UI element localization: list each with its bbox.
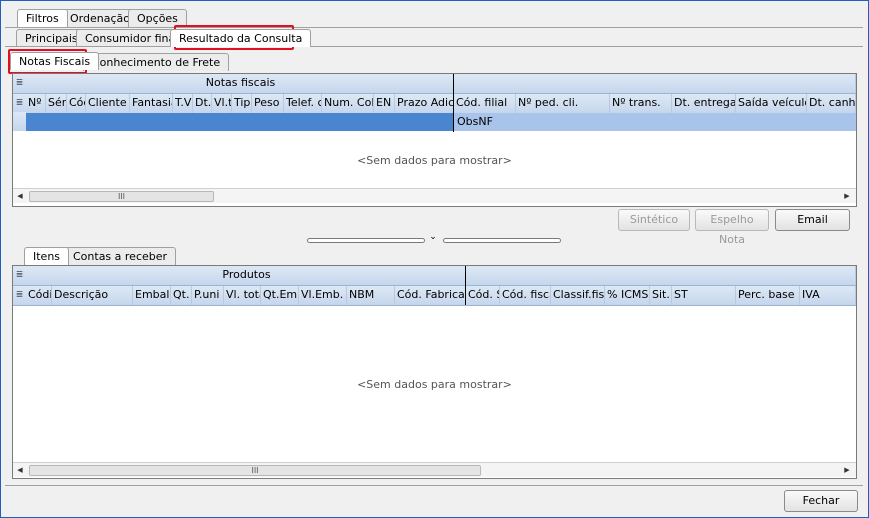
col-header[interactable]: % ICMS [605,286,650,305]
tab-notas-fiscais[interactable]: Notas Fiscais [10,52,100,70]
tab-itens-label: Itens [33,250,61,263]
nf-column-header: ≣ Nº Sér Cód Cliente Fantasia T.V Dt. Vl… [13,94,856,114]
col-header[interactable]: Códi [26,286,52,305]
col-header[interactable]: Cliente [86,94,130,113]
col-header[interactable]: Vl.Emb. [299,286,347,305]
itens-grid[interactable]: ≣ Produtos ≣ Códi Descrição Embala Qt. P… [12,265,857,479]
tab-consumidor-final-label: Consumidor final [85,32,179,45]
itens-horizontal-scrollbar[interactable]: ◀ III ▶ [13,462,856,477]
col-header[interactable]: Dt. [193,94,212,113]
col-header[interactable]: Dt. entrega [672,94,736,113]
splitter-right-grip [443,238,561,243]
itens-band-label: Produtos [26,266,466,285]
itens-scroll-thumb[interactable]: III [29,465,481,476]
nf-scroll-thumb[interactable]: III [29,191,214,202]
tab-contas-receber[interactable]: Contas a receber [64,247,177,265]
subrow-indicator-icon [13,112,26,131]
itens-column-header: ≣ Códi Descrição Embala Qt. P.uni Vl. to… [13,286,856,306]
col-header[interactable]: Perc. base r [736,286,800,305]
tab-filtros[interactable]: Filtros [17,9,68,27]
col-header[interactable]: Classif.fis [551,286,605,305]
splitter-chevron-down-icon[interactable]: ⌄ [427,232,439,242]
tab-ordenacao-label: Ordenação [70,12,130,25]
tab-resultado-consulta[interactable]: Resultado da Consulta [170,29,312,47]
nf-band-label: Notas fiscais [26,74,454,93]
nf-band-separator [453,74,454,132]
tab-opcoes-label: Opções [137,12,178,25]
window-frame: Filtros Ordenação Opções Principais Cons… [0,0,869,518]
fechar-button[interactable]: Fechar [784,490,858,512]
scroll-left-icon[interactable]: ◀ [14,189,26,203]
splitter-left-grip [307,238,425,243]
col-header[interactable]: Prazo Adic [395,94,454,113]
col-header[interactable]: Tip [232,94,252,113]
espelho-nota-button[interactable]: Espelho Nota [695,209,769,246]
scroll-right-icon[interactable]: ▶ [841,463,853,477]
scroll-right-icon[interactable]: ▶ [841,189,853,203]
footer-divider [5,485,863,486]
col-header[interactable]: Cód. S [466,286,500,305]
row-indicator-icon: ≣ [15,290,24,300]
notas-fiscais-grid[interactable]: ≣ Notas fiscais ≣ Nº Sér Cód Cliente Fan… [12,73,857,207]
tab-conhecimento-frete[interactable]: Conhecimento de Frete [83,53,230,71]
scroll-left-icon[interactable]: ◀ [14,463,26,477]
tab-principais-label: Principais [25,32,78,45]
col-header[interactable]: NBM [347,286,395,305]
col-header[interactable]: Cód [67,94,86,113]
col-header[interactable]: EN [374,94,395,113]
tab-contas-receber-label: Contas a receber [73,250,168,263]
tab-itens[interactable]: Itens [24,247,70,265]
col-header[interactable]: Nº ped. cli. [516,94,610,113]
col-header[interactable]: Peso [252,94,284,113]
column-chooser-icon[interactable]: ≣ [13,74,26,92]
col-header[interactable]: Sit. [650,286,672,305]
column-chooser-icon[interactable]: ≣ [13,266,26,284]
col-header[interactable]: Saída veículo [736,94,807,113]
col-header[interactable]: Nº trans. [610,94,672,113]
nf-band-header: ≣ Notas fiscais [13,74,856,94]
tab-opcoes[interactable]: Opções [128,9,187,27]
col-header[interactable]: Embala [133,286,171,305]
col-header[interactable]: Cód. fisca [500,286,551,305]
splitter-handle[interactable]: ⌄ [307,232,561,243]
itens-band-separator [465,266,466,305]
tab-divider [5,27,863,28]
col-header[interactable]: Vl. tota [224,286,261,305]
col-header[interactable]: Vl.t [212,94,232,113]
col-header[interactable]: Cód. filial [454,94,516,113]
col-header[interactable]: Num. Col [322,94,374,113]
col-header[interactable]: Nº [26,94,46,113]
itens-band-right [466,266,856,285]
col-header[interactable]: Dt. canho [807,94,856,113]
email-button[interactable]: Email [775,209,850,231]
nf-empty-message: <Sem dados para mostrar> [357,154,512,167]
nf-selected-row[interactable] [26,113,454,131]
nf-horizontal-scrollbar[interactable]: ◀ III ▶ [13,188,856,203]
tab-filtros-label: Filtros [26,12,59,25]
itens-band-header: ≣ Produtos [13,266,856,286]
tab-divider-2 [5,46,863,47]
col-header[interactable]: Fantasia [130,94,173,113]
col-header[interactable]: ST [672,286,736,305]
tab-resultado-consulta-label: Resultado da Consulta [179,32,303,45]
tab-conhecimento-frete-label: Conhecimento de Frete [92,56,221,69]
nf-band-right [454,74,856,93]
col-header[interactable]: Qt. [171,286,192,305]
col-header[interactable]: Telef. c [284,94,322,113]
col-header[interactable]: T.V [173,94,193,113]
nf-obsnf-subheader[interactable]: ObsNF [454,113,856,131]
col-header[interactable]: IVA [800,286,856,305]
col-header[interactable]: Qt.Emb [261,286,299,305]
sintetico-button[interactable]: Sintético [618,209,690,231]
itens-empty-message: <Sem dados para mostrar> [357,378,512,391]
col-header[interactable]: Descrição [52,286,133,305]
col-header[interactable]: Sér [46,94,67,113]
row-indicator-icon: ≣ [15,98,24,108]
col-header[interactable]: P.uni [192,286,224,305]
tab-notas-fiscais-label: Notas Fiscais [19,55,91,68]
col-header[interactable]: Cód. Fabricar [395,286,466,305]
